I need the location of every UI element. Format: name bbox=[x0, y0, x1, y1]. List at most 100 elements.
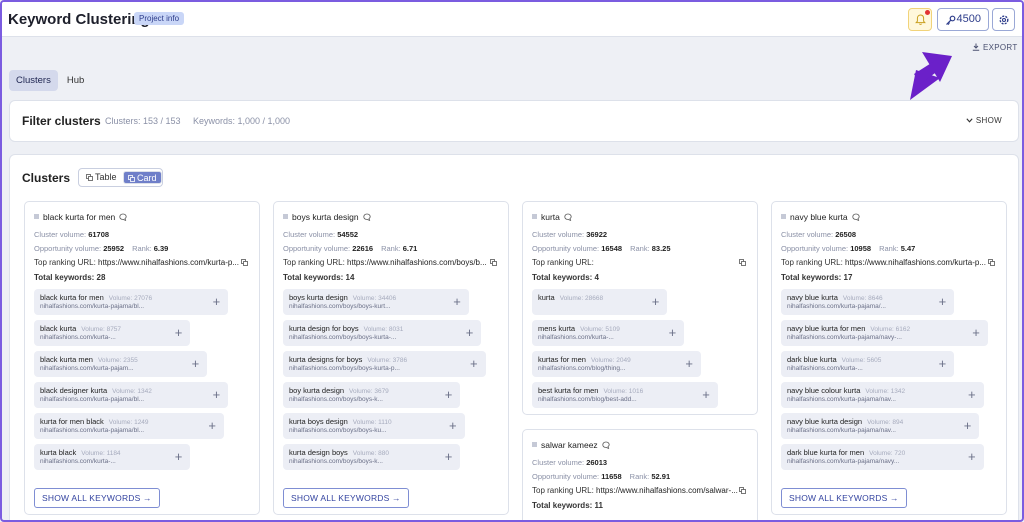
keyword-text: black designer kurta bbox=[40, 386, 108, 395]
cluster-checkbox[interactable] bbox=[283, 214, 288, 219]
total-keywords-value: 28 bbox=[96, 273, 106, 282]
add-keyword-icon[interactable]: + bbox=[652, 295, 660, 308]
cluster-name: black kurta for men bbox=[34, 212, 127, 222]
add-keyword-icon[interactable]: + bbox=[175, 450, 183, 463]
cluster-checkbox[interactable] bbox=[34, 214, 39, 219]
table-view-button[interactable]: Table bbox=[82, 171, 121, 184]
keyword-text: kurta designs for boys bbox=[289, 355, 363, 364]
add-keyword-icon[interactable]: + bbox=[445, 450, 453, 463]
keyword-name: kurta design boys Volume: 880 bbox=[289, 448, 389, 457]
cluster-name-text: black kurta for men bbox=[43, 212, 116, 222]
notifications-button[interactable] bbox=[908, 8, 932, 31]
keyword-text: boy kurta design bbox=[289, 386, 345, 395]
add-keyword-icon[interactable]: + bbox=[968, 388, 976, 401]
add-keyword-icon[interactable]: + bbox=[175, 326, 183, 339]
comment-icon[interactable] bbox=[363, 213, 371, 222]
add-keyword-icon[interactable]: + bbox=[972, 326, 980, 339]
top-ranking-url-value[interactable]: https://www.nihalfashions.com/salwar-... bbox=[596, 486, 738, 495]
top-ranking-url-value[interactable]: https://www.nihalfashions.com/kurta-p... bbox=[845, 258, 986, 267]
opportunity-volume-value: 16548 bbox=[601, 244, 623, 253]
keyword-chip: kurta design boys Volume: 880 nihalfashion… bbox=[283, 444, 461, 470]
copy-icon[interactable] bbox=[241, 259, 248, 266]
keyword-volume: Volume: 8031 bbox=[363, 326, 404, 333]
add-keyword-icon[interactable]: + bbox=[939, 295, 947, 308]
cluster-volume-value: 54552 bbox=[337, 230, 359, 239]
cluster-checkbox[interactable] bbox=[532, 442, 537, 447]
add-keyword-icon[interactable]: + bbox=[702, 388, 710, 401]
keyword-url: nihalfashions.com/boys/boys-kurt... bbox=[289, 303, 391, 310]
add-keyword-icon[interactable]: + bbox=[445, 388, 453, 401]
cluster-card: salwar kameez Cluster volume: 26013 Opport… bbox=[522, 429, 758, 520]
copy-icon[interactable] bbox=[739, 259, 746, 266]
cluster-name: kurta bbox=[532, 212, 572, 222]
keyword-url: nihalfashions.com/kurta-pajama/navy... bbox=[787, 458, 900, 465]
copy-icon[interactable] bbox=[490, 259, 497, 266]
add-keyword-icon[interactable]: + bbox=[669, 326, 677, 339]
keyword-url: nihalfashions.com/kurta-pajam... bbox=[40, 365, 134, 372]
keyword-text: mens kurta bbox=[538, 324, 576, 333]
keyword-text: dark blue kurta bbox=[787, 355, 837, 364]
keyword-url: nihalfashions.com/kurta-... bbox=[40, 334, 116, 341]
show-all-keywords-button[interactable]: SHOW ALL KEYWORDS → bbox=[283, 488, 409, 508]
comment-icon[interactable] bbox=[602, 441, 610, 450]
copy-icon[interactable] bbox=[988, 259, 995, 266]
cluster-name: navy blue kurta bbox=[781, 212, 860, 222]
cluster-name-text: navy blue kurta bbox=[790, 212, 848, 222]
rank-value: 52.91 bbox=[651, 472, 671, 481]
add-keyword-icon[interactable]: + bbox=[213, 295, 221, 308]
add-keyword-icon[interactable]: + bbox=[449, 419, 457, 432]
keyword-volume: Volume: 8646 bbox=[842, 295, 883, 302]
add-keyword-icon[interactable]: + bbox=[470, 357, 478, 370]
add-keyword-icon[interactable]: + bbox=[685, 357, 693, 370]
keyword-volume: Volume: 5109 bbox=[580, 326, 620, 333]
tab-hub[interactable]: Hub bbox=[60, 70, 91, 91]
keywords-count: Keywords: 1,000 / 1,000 bbox=[193, 116, 291, 126]
tab-clusters[interactable]: Clusters bbox=[9, 70, 58, 91]
total-keywords: Total keywords: 14 bbox=[283, 273, 355, 282]
keyword-text: black kurta bbox=[40, 324, 77, 333]
add-keyword-icon[interactable]: + bbox=[453, 295, 461, 308]
credits-button[interactable]: 4500 bbox=[937, 8, 989, 31]
add-keyword-icon[interactable]: + bbox=[192, 357, 200, 370]
card-view-button[interactable]: Card bbox=[123, 171, 162, 184]
keyword-chip: navy blue colour kurta Volume: 1342 nihalf… bbox=[781, 382, 984, 408]
keyword-chip: navy blue kurta Volume: 8646 nihalfashions… bbox=[781, 289, 955, 315]
cluster-checkbox[interactable] bbox=[532, 214, 537, 219]
top-ranking-url-value[interactable]: https://www.nihalfashions.com/kurta-p... bbox=[98, 258, 239, 267]
copy-icon[interactable] bbox=[739, 487, 746, 494]
keyword-text: boys kurta design bbox=[289, 293, 348, 302]
keyword-chip: black kurta men Volume: 2355 nihalfashions… bbox=[34, 351, 208, 377]
card-view-label: Card bbox=[137, 173, 157, 183]
add-keyword-icon[interactable]: + bbox=[968, 450, 976, 463]
top-ranking-url-value[interactable]: https://www.nihalfashions.com/boys/b... bbox=[347, 258, 487, 267]
opportunity-volume: Opportunity volume: 25952 Rank: 6.39 bbox=[34, 244, 169, 253]
keyword-volume: Volume: 1110 bbox=[352, 419, 392, 426]
keyword-url: nihalfashions.com/kurta-... bbox=[787, 365, 863, 372]
comment-icon[interactable] bbox=[119, 213, 127, 222]
comment-icon[interactable] bbox=[564, 213, 572, 222]
annotation-arrow-icon bbox=[910, 52, 952, 100]
show-all-keywords-button[interactable]: SHOW ALL KEYWORDS → bbox=[781, 488, 907, 508]
project-info-badge[interactable]: Project info bbox=[134, 12, 185, 25]
cluster-card: kurta Cluster volume: 36922 Opportunity vo… bbox=[522, 201, 758, 415]
keyword-text: best kurta for men bbox=[538, 386, 599, 395]
keyword-volume: Volume: 3679 bbox=[349, 388, 389, 395]
keyword-volume: Volume: 3786 bbox=[367, 357, 408, 364]
keyword-name: black kurta Volume: 8757 bbox=[40, 324, 121, 333]
add-keyword-icon[interactable]: + bbox=[208, 419, 216, 432]
comment-icon[interactable] bbox=[852, 213, 860, 222]
add-keyword-icon[interactable]: + bbox=[213, 388, 221, 401]
add-keyword-icon[interactable]: + bbox=[964, 419, 972, 432]
clusters-title: Clusters bbox=[22, 171, 71, 185]
export-button[interactable]: EXPORT bbox=[972, 43, 1018, 52]
keyword-url: nihalfashions.com/blog/best-add... bbox=[538, 396, 637, 403]
show-filters-button[interactable]: SHOW bbox=[966, 116, 1002, 125]
settings-button[interactable] bbox=[992, 8, 1015, 31]
keyword-name: kurta for men black Volume: 1249 bbox=[40, 417, 149, 426]
show-all-keywords-button[interactable]: SHOW ALL KEYWORDS → bbox=[34, 488, 160, 508]
keyword-chip: kurta Volume: 28668 + bbox=[532, 289, 668, 315]
add-keyword-icon[interactable]: + bbox=[466, 326, 474, 339]
cluster-checkbox[interactable] bbox=[781, 214, 786, 219]
add-keyword-icon[interactable]: + bbox=[939, 357, 947, 370]
keyword-name: kurta boys design Volume: 1110 bbox=[289, 417, 392, 426]
